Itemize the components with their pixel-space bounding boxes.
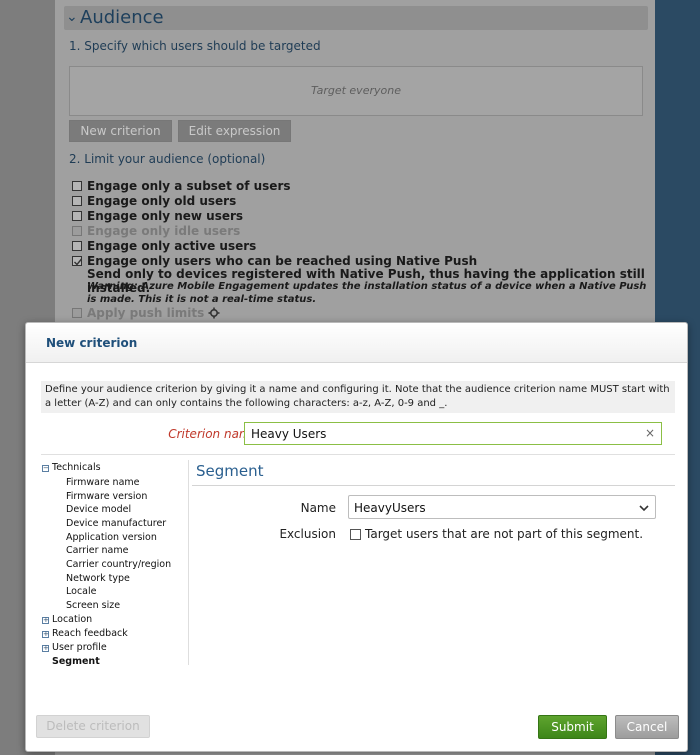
checkbox[interactable]	[72, 211, 82, 221]
tree-node-segment[interactable]: Segment	[52, 656, 100, 667]
divider	[41, 454, 675, 455]
tree-leaf[interactable]: Device model	[66, 504, 131, 515]
option-native-push[interactable]: Engage only users who can be reached usi…	[72, 254, 477, 268]
option-label: Engage only new users	[87, 209, 244, 223]
tree-node-reach-feedback[interactable]: + Reach feedback	[42, 628, 128, 639]
tree-leaf[interactable]: Network type	[66, 573, 130, 584]
delete-criterion-button: Delete criterion	[36, 715, 150, 738]
checkbox	[72, 226, 82, 236]
step1-label: 1. Specify which users should be targete…	[69, 39, 321, 53]
dialog-title: New criterion	[46, 336, 138, 350]
check-icon	[74, 258, 83, 266]
tree-leaf[interactable]: Application version	[66, 532, 157, 543]
native-push-warning: Warning: Azure Mobile Engagement updates…	[87, 281, 647, 305]
tree-node-technicals[interactable]: − Technicals	[42, 462, 101, 473]
checkbox	[72, 308, 82, 318]
option-active-users[interactable]: Engage only active users	[72, 239, 256, 253]
option-label: Engage only active users	[87, 239, 257, 253]
clear-icon[interactable]: ×	[645, 426, 655, 440]
audience-title: Audience	[80, 7, 164, 28]
checkbox[interactable]	[72, 181, 82, 191]
exclusion-checkbox[interactable]	[350, 529, 361, 540]
criterion-name-label: Criterion name	[168, 427, 258, 441]
tree-leaf[interactable]: Device manufacturer	[66, 518, 166, 529]
option-new-users[interactable]: Engage only new users	[72, 209, 243, 223]
tree-leaf[interactable]: Firmware version	[66, 491, 147, 502]
checkbox-checked[interactable]	[72, 256, 83, 266]
tree-leaf[interactable]: Screen size	[66, 600, 120, 611]
new-criterion-button[interactable]: New criterion	[69, 120, 172, 142]
option-label: Apply push limits	[87, 306, 205, 320]
target-placeholder: Target everyone	[311, 84, 401, 97]
chevron-down-icon[interactable]: ⌄	[66, 9, 78, 25]
option-label: Engage only old users	[87, 194, 237, 208]
tree-leaf[interactable]: Firmware name	[66, 477, 140, 488]
submit-button[interactable]: Submit	[538, 715, 607, 739]
tree-node-location[interactable]: + Location	[42, 614, 92, 625]
checkbox[interactable]	[72, 241, 82, 251]
expand-icon[interactable]: +	[42, 631, 49, 638]
dialog-header: New criterion	[26, 323, 687, 363]
expand-icon[interactable]: +	[42, 645, 49, 652]
option-old-users[interactable]: Engage only old users	[72, 194, 236, 208]
exclusion-label: Exclusion	[279, 527, 336, 541]
option-apply-push-limits: Apply push limits	[72, 306, 220, 320]
checkbox[interactable]	[72, 196, 82, 206]
tree-leaf[interactable]: Carrier name	[66, 545, 128, 556]
segment-name-select[interactable]: HeavyUsers	[348, 495, 656, 519]
segment-heading: Segment	[196, 462, 264, 480]
collapse-icon[interactable]: −	[42, 465, 49, 472]
target-criteria-box: Target everyone	[69, 66, 643, 116]
exclusion-description[interactable]: Target users that are not part of this s…	[365, 527, 643, 541]
tree-leaf[interactable]: Carrier country/region	[66, 559, 171, 570]
tree-node-user-profile[interactable]: + User profile	[42, 642, 107, 653]
instructions-text: Define your audience criterion by giving…	[41, 381, 675, 413]
edit-expression-button[interactable]: Edit expression	[178, 120, 291, 142]
criterion-type-tree: − Technicals Firmware name Firmware versi…	[42, 460, 188, 667]
option-label: Engage only users who can be reached usi…	[87, 254, 478, 268]
criterion-name-field[interactable]: ×	[244, 422, 662, 445]
new-criterion-dialog: New criterion Define your audience crite…	[25, 322, 688, 752]
criterion-name-input[interactable]	[251, 425, 631, 442]
tree-divider	[188, 460, 189, 665]
option-label: Engage only a subset of users	[87, 179, 291, 193]
option-idle-users: Engage only idle users	[72, 224, 240, 238]
expand-icon[interactable]: +	[42, 617, 49, 624]
chevron-down-icon[interactable]	[638, 502, 650, 514]
cancel-button[interactable]: Cancel	[615, 715, 679, 739]
segment-rule	[192, 485, 675, 486]
name-label: Name	[300, 501, 336, 515]
option-subset[interactable]: Engage only a subset of users	[72, 179, 291, 193]
option-label: Engage only idle users	[87, 224, 241, 238]
step2-label: 2. Limit your audience (optional)	[69, 152, 266, 166]
gear-icon[interactable]	[208, 307, 220, 319]
selected-segment: HeavyUsers	[354, 501, 426, 515]
tree-leaf[interactable]: Locale	[66, 586, 96, 597]
